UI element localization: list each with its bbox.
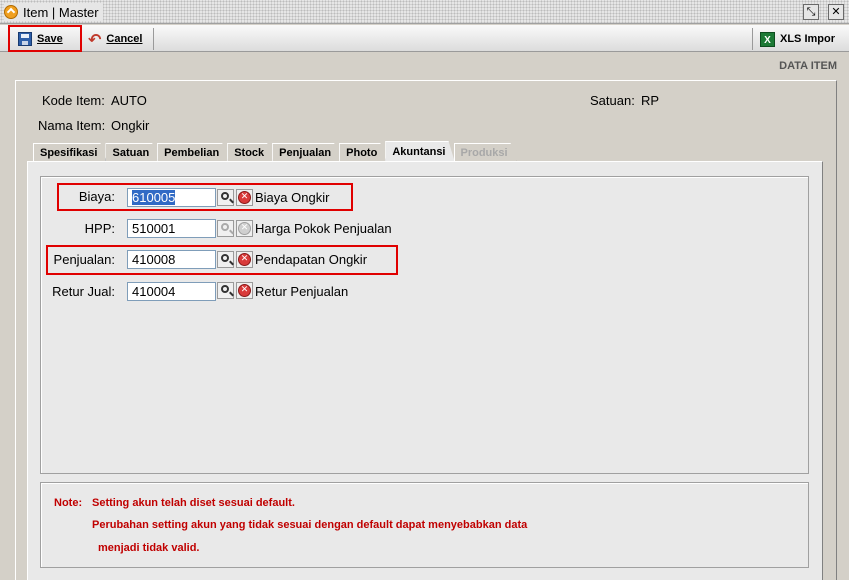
biaya-account-name: Biaya Ongkir (255, 190, 330, 205)
hpp-account-code: 510001 (132, 221, 176, 236)
satuan-label: Satuan: (590, 93, 635, 108)
undo-arrow-icon: ↶ (88, 29, 102, 49)
biaya-clear-button[interactable]: ✕ (236, 189, 253, 206)
toolbar-separator (80, 28, 81, 50)
title-group: Item | Master (4, 3, 103, 21)
note-line-1: Setting akun telah diset sesuai default. (92, 497, 295, 509)
hpp-label: HPP: (84, 221, 115, 236)
toolbar: Save ↶ Cancel X XLS Impor (0, 25, 849, 52)
toolbar-separator (153, 28, 154, 50)
excel-icon: X (760, 31, 775, 47)
biaya-label: Biaya: (78, 189, 115, 204)
xls-import-label: XLS Impor (780, 33, 836, 45)
restore-icon[interactable]: ⤡ (803, 4, 819, 20)
tab-photo[interactable]: Photo (339, 143, 386, 162)
cancel-label: Cancel (106, 33, 143, 45)
kode-item-label: Kode Item: (42, 93, 105, 108)
retur-jual-search-button[interactable] (217, 282, 234, 299)
tab-penjualan[interactable]: Penjualan (272, 143, 340, 162)
biaya-account-code: 610005 (132, 190, 176, 205)
cancel-button[interactable]: ↶ Cancel (82, 28, 148, 50)
hpp-account-name: Harga Pokok Penjualan (255, 221, 392, 236)
hpp-account-input[interactable]: 510001 (127, 219, 216, 238)
search-icon (220, 254, 229, 262)
floppy-disk-icon (18, 32, 32, 46)
note-line-2: Perubahan setting akun yang tidak sesuai… (92, 519, 528, 531)
satuan-value: RP (641, 93, 660, 108)
app-logo-icon (4, 5, 18, 19)
note-prefix: Note: (54, 497, 83, 509)
hpp-clear-button: ✕ (236, 220, 253, 237)
section-title: DATA ITEM (779, 60, 837, 72)
kode-item-value: AUTO (111, 93, 147, 108)
close-icon[interactable]: ✕ (828, 4, 844, 20)
biaya-search-button[interactable] (217, 189, 234, 206)
tab-spesifikasi[interactable]: Spesifikasi (33, 143, 106, 162)
search-icon (220, 285, 229, 293)
save-label: Save (37, 33, 63, 45)
penjualan-account-input[interactable]: 410008 (127, 250, 216, 269)
retur-jual-clear-button[interactable]: ✕ (236, 282, 253, 299)
tab-stock[interactable]: Stock (227, 143, 273, 162)
clear-icon: ✕ (238, 222, 251, 235)
window-title: Item | Master (23, 4, 99, 20)
nama-item-label: Nama Item: (38, 118, 106, 133)
search-icon (220, 192, 229, 200)
nama-item-value: Ongkir (111, 118, 150, 133)
tab-satuan[interactable]: Satuan (105, 143, 158, 162)
penjualan-search-button[interactable] (217, 251, 234, 268)
tab-akuntansi[interactable]: Akuntansi (385, 141, 454, 161)
clear-icon: ✕ (238, 284, 251, 297)
retur-jual-label: Retur Jual: (52, 284, 115, 299)
xls-import-button[interactable]: X XLS Impor (754, 28, 841, 50)
penjualan-account-code: 410008 (132, 252, 176, 267)
clear-icon: ✕ (238, 253, 251, 266)
window-title-bar: Item | Master ⤡ ✕ (0, 0, 849, 24)
retur-jual-account-input[interactable]: 410004 (127, 282, 216, 301)
save-button[interactable]: Save (12, 28, 69, 50)
note-line-3: menjadi tidak valid. (98, 542, 200, 554)
toolbar-separator (752, 28, 753, 50)
search-icon (220, 223, 229, 231)
penjualan-label: Penjualan: (53, 252, 115, 267)
tab-produksi: Produksi (454, 143, 517, 162)
clear-icon: ✕ (238, 191, 251, 204)
retur-jual-account-code: 410004 (132, 284, 176, 299)
tab-strip: Spesifikasi Satuan Pembelian Stock Penju… (33, 143, 516, 162)
tab-pembelian[interactable]: Pembelian (157, 143, 228, 162)
penjualan-clear-button[interactable]: ✕ (236, 251, 253, 268)
penjualan-account-name: Pendapatan Ongkir (255, 252, 368, 267)
biaya-account-input[interactable]: 610005 (127, 188, 216, 207)
hpp-search-button (217, 220, 234, 237)
retur-jual-account-name: Retur Penjualan (255, 284, 349, 299)
